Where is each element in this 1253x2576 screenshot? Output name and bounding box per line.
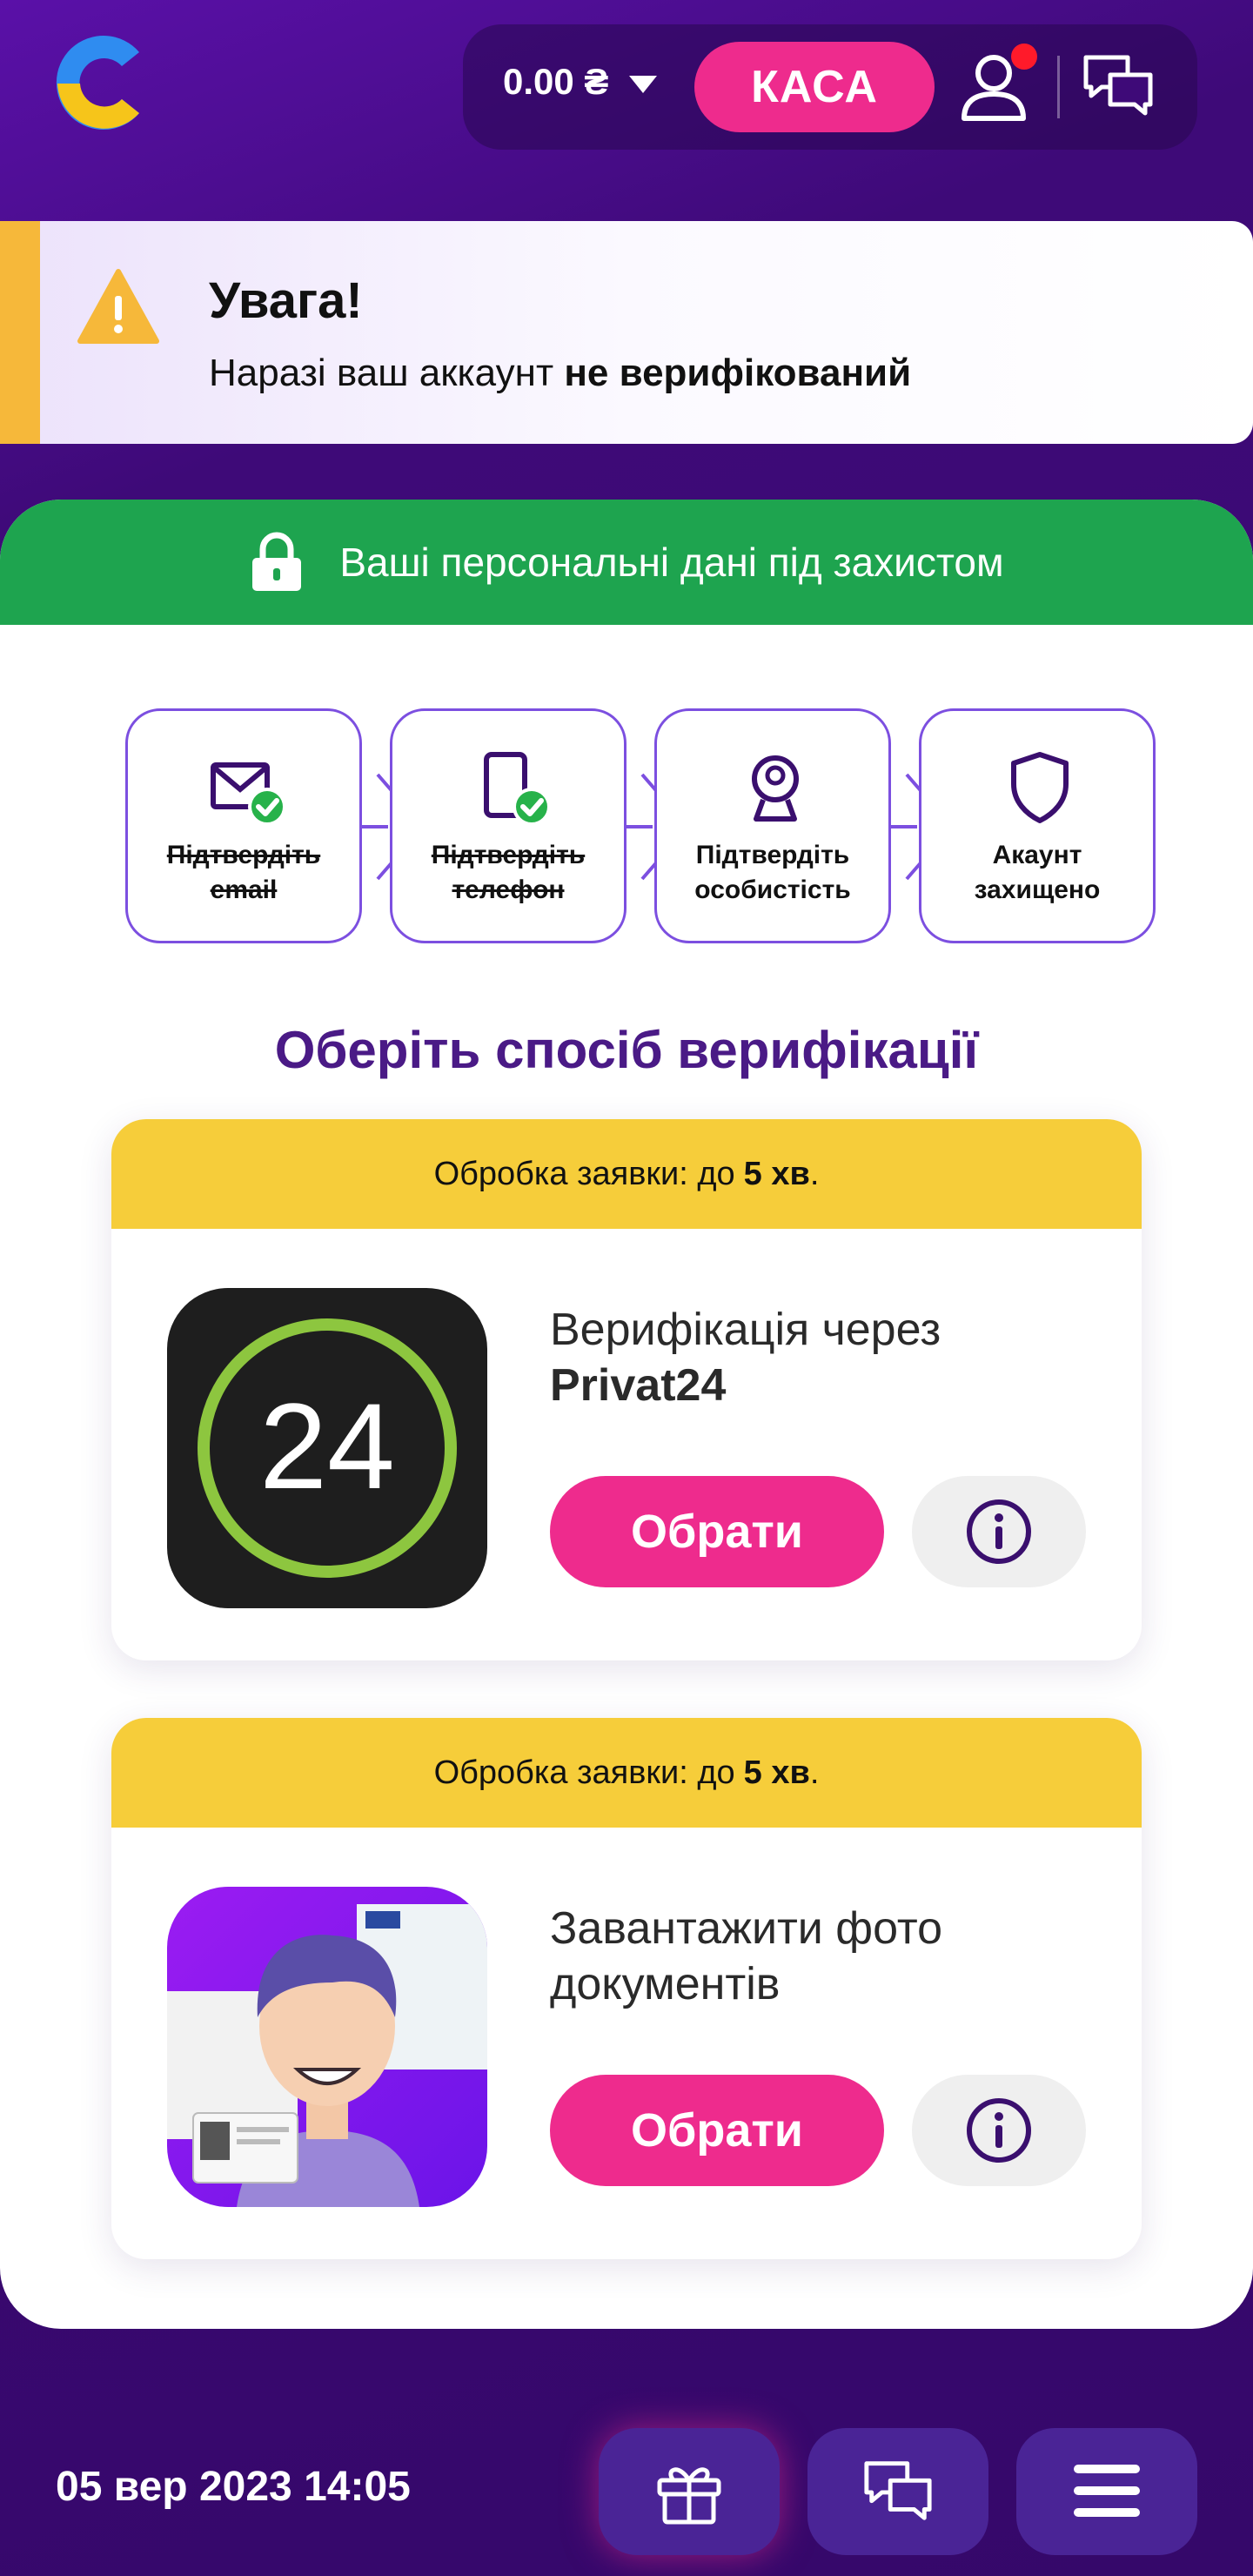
alert-text-prefix: Наразі ваш аккаунт — [209, 352, 565, 394]
info-button[interactable] — [912, 2075, 1086, 2186]
phone-icon — [484, 752, 549, 826]
current-datetime: 05 вер 2023 14:05 — [56, 2464, 411, 2510]
step-label: Акаунт захищено — [974, 841, 1101, 904]
step-confirm-identity: Підтвердіть особистість — [654, 708, 891, 943]
wallet-panel: 0.00 ₴ КАСА — [463, 24, 1197, 150]
svg-text:24: 24 — [259, 1378, 395, 1514]
verification-steps: Підтвердіть email Підтвердіть телефон Підт… — [125, 708, 1156, 943]
processing-time-banner: Обробка заявки: до 5 хв . — [111, 1119, 1142, 1229]
chat-icon[interactable] — [1081, 50, 1156, 120]
menu-button[interactable] — [1016, 2428, 1197, 2555]
step-account-protected: Акаунт захищено — [919, 708, 1156, 943]
method-title: Верифікація через Privat24 — [550, 1305, 941, 1411]
divider — [1057, 56, 1060, 118]
person-badge-icon — [752, 755, 799, 822]
envelope-icon — [211, 762, 285, 826]
notification-dot — [1011, 44, 1037, 70]
step-label: Підтвердіть телефон — [431, 841, 586, 904]
step-label: Підтвердіть email — [166, 841, 321, 904]
top-bar: 0.00 ₴ КАСА — [0, 0, 1253, 200]
choose-button[interactable]: Обрати — [550, 1476, 884, 1587]
hamburger-menu-icon — [1074, 2465, 1140, 2517]
security-banner-text: Ваші персональні дані під захистом — [339, 540, 1004, 585]
shield-icon — [1011, 752, 1069, 823]
processing-time: 5 хв — [743, 1155, 810, 1192]
method-card-privat24: Обробка заявки: до 5 хв . 24 Верифікація… — [111, 1119, 1142, 1660]
alert-title: Увага! — [209, 272, 363, 329]
alert-text-bold: не верифікований — [564, 352, 912, 394]
section-title: Оберіть спосіб верифікації — [274, 1021, 979, 1079]
balance-dropdown[interactable]: 0.00 ₴ — [503, 61, 658, 103]
processing-label: Обробка заявки: до — [433, 1155, 735, 1192]
processing-time: 5 хв — [743, 1754, 810, 1791]
choose-button[interactable]: Обрати — [550, 2075, 884, 2186]
bottom-bar: 05 вер 2023 14:05 — [0, 2367, 1253, 2576]
alert-text: Наразі ваш аккаунт не верифікований — [209, 352, 911, 395]
info-icon — [967, 2098, 1031, 2163]
method-card-upload-docs: Обробка заявки: до 5 хв . Завантажити фо… — [111, 1718, 1142, 2259]
method-title: Завантажити фото документів — [550, 1903, 943, 2009]
chat-icon — [864, 2461, 932, 2520]
info-icon — [967, 1499, 1031, 1564]
step-label: Підтвердіть особистість — [694, 841, 851, 904]
casino-logo-icon[interactable] — [52, 26, 157, 139]
privat24-logo: 24 — [167, 1288, 487, 1608]
cash-button[interactable]: КАСА — [694, 42, 935, 132]
gift-icon — [657, 2467, 721, 2525]
step-confirm-phone: Підтвердіть телефон — [390, 708, 626, 943]
caret-down-icon — [629, 76, 658, 93]
processing-label: Обробка заявки: до — [433, 1754, 735, 1791]
step-confirm-email: Підтвердіть email — [125, 708, 362, 943]
gift-button[interactable] — [599, 2428, 780, 2555]
alert-accent-bar — [0, 221, 40, 444]
processing-time-banner: Обробка заявки: до 5 хв . — [111, 1718, 1142, 1828]
security-banner: Ваші персональні дані під захистом — [0, 500, 1253, 625]
document-upload-illustration — [167, 1887, 487, 2207]
info-button[interactable] — [912, 1476, 1086, 1587]
lock-icon — [252, 532, 302, 591]
warning-icon — [77, 269, 159, 344]
verification-alert: Увага! Наразі ваш аккаунт не верифікован… — [0, 221, 1253, 444]
balance-value: 0.00 ₴ — [503, 61, 609, 102]
support-chat-button[interactable] — [807, 2428, 988, 2555]
verification-panel: Ваші персональні дані під захистом Підтв… — [0, 500, 1253, 2329]
